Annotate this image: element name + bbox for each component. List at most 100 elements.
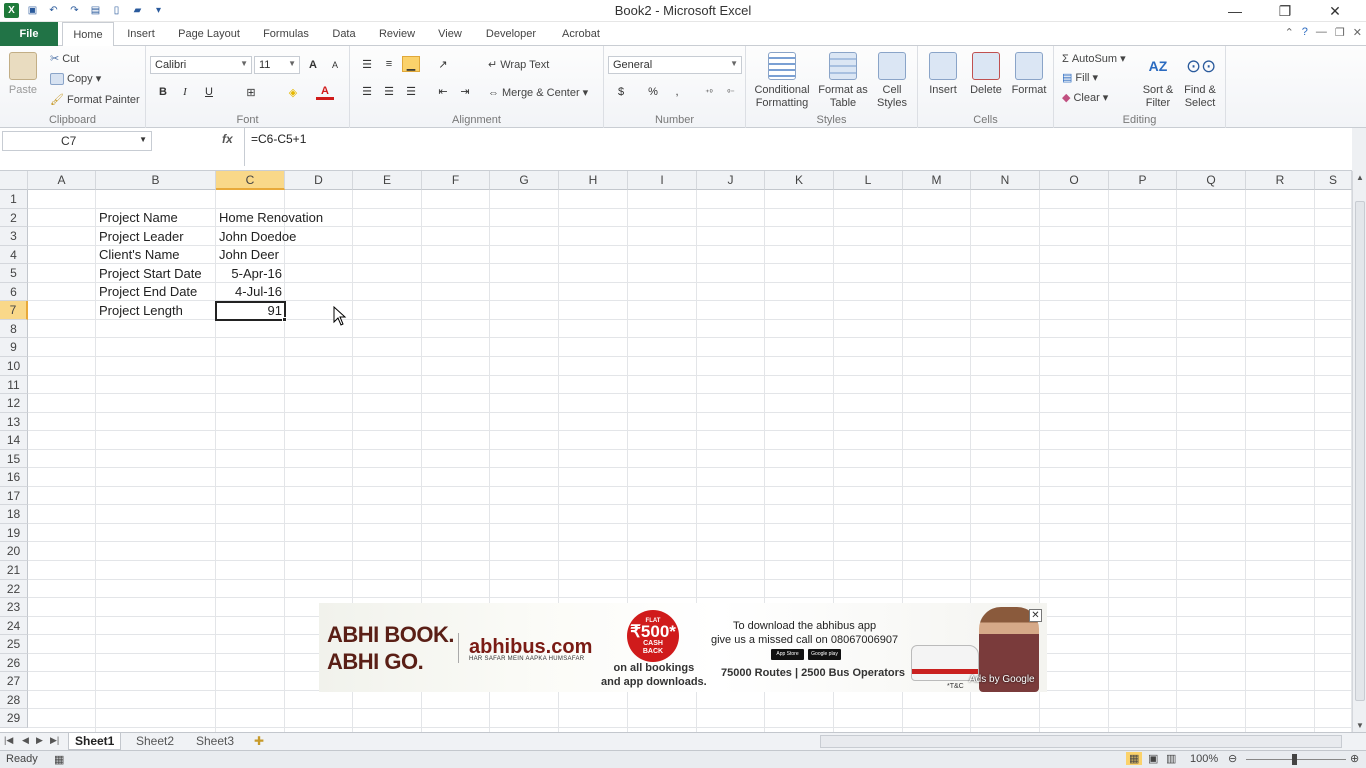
column-header-a[interactable]: A — [28, 171, 96, 190]
tab-file[interactable]: File — [0, 22, 58, 46]
tab-developer[interactable]: Developer — [478, 22, 544, 46]
row-header-12[interactable]: 12 — [0, 394, 28, 413]
vertical-scroll-thumb[interactable] — [1355, 201, 1365, 701]
google-play-icon[interactable]: Google play — [808, 649, 841, 660]
delete-button[interactable]: Delete — [966, 52, 1006, 97]
row-header-8[interactable]: 8 — [0, 320, 28, 338]
cell-c2[interactable]: Home Renovation — [219, 209, 323, 227]
underline-button[interactable]: U — [200, 84, 218, 100]
formula-input[interactable]: =C6-C5+1 — [244, 128, 1352, 166]
row-header-24[interactable]: 24 — [0, 617, 28, 635]
row-header-6[interactable]: 6 — [0, 283, 28, 301]
shrink-font-button[interactable]: A — [326, 57, 344, 73]
close-button[interactable]: ✕ — [1310, 0, 1360, 22]
row-header-1[interactable]: 1 — [0, 190, 28, 209]
borders-button[interactable]: ⊞ — [242, 84, 260, 100]
minimize-button[interactable]: — — [1210, 0, 1260, 22]
font-color-button[interactable]: A — [316, 84, 334, 100]
zoom-level[interactable]: 100% — [1190, 753, 1218, 765]
row-header-5[interactable]: 5 — [0, 264, 28, 283]
formula-bar-expand[interactable] — [1352, 128, 1366, 171]
format-as-table-button[interactable]: Format as Table — [816, 52, 870, 110]
column-header-i[interactable]: I — [628, 171, 697, 190]
row-header-21[interactable]: 21 — [0, 561, 28, 580]
select-all-corner[interactable] — [0, 171, 28, 190]
cell-c4[interactable]: John Deer — [219, 246, 279, 264]
format-button[interactable]: Format — [1008, 52, 1050, 97]
name-box-dropdown-icon[interactable]: ▼ — [139, 135, 147, 144]
cell-b7[interactable]: Project Length — [99, 302, 183, 320]
cell-c6[interactable]: 4-Jul-16 — [216, 283, 282, 301]
tab-home[interactable]: Home — [62, 22, 114, 47]
fill-button[interactable]: ▤ Fill ▾ — [1062, 71, 1098, 85]
tab-formulas[interactable]: Formulas — [256, 22, 316, 46]
window-minimize-icon[interactable]: — — [1316, 26, 1327, 39]
minimize-ribbon-icon[interactable]: ⌃ — [1285, 26, 1294, 39]
app-store-icon[interactable]: App Store — [771, 649, 804, 660]
italic-button[interactable]: I — [176, 84, 194, 100]
help-icon[interactable]: ? — [1302, 26, 1308, 39]
last-sheet-icon[interactable]: ▶| — [50, 735, 59, 746]
autosum-button[interactable]: Σ AutoSum ▾ — [1062, 52, 1126, 66]
tab-page-layout[interactable]: Page Layout — [170, 22, 248, 46]
cell-b3[interactable]: Project Leader — [99, 228, 184, 246]
align-top-icon[interactable]: ☰ — [358, 56, 376, 72]
font-name-select[interactable]: Calibri ▼ — [150, 56, 252, 74]
tab-review[interactable]: Review — [372, 22, 422, 46]
row-header-16[interactable]: 16 — [0, 468, 28, 487]
next-sheet-icon[interactable]: ▶ — [36, 735, 43, 746]
currency-button[interactable]: $ — [612, 84, 630, 100]
cut-button[interactable]: ✂ Cut — [50, 52, 79, 66]
row-header-29[interactable]: 29 — [0, 709, 28, 728]
column-header-j[interactable]: J — [697, 171, 765, 190]
insert-sheet-icon[interactable]: ✚ — [248, 733, 270, 750]
window-restore-icon[interactable]: ❐ — [1335, 26, 1345, 39]
orientation-icon[interactable]: ↗ — [434, 56, 452, 72]
row-header-28[interactable]: 28 — [0, 691, 28, 709]
row-header-10[interactable]: 10 — [0, 357, 28, 376]
row-header-7[interactable]: 7 — [0, 301, 28, 320]
grow-font-button[interactable]: A — [304, 57, 322, 73]
row-header-18[interactable]: 18 — [0, 505, 28, 524]
column-header-c[interactable]: C — [216, 171, 285, 190]
advertisement-banner[interactable]: ABHI BOOK. ABHI GO. abhibus.com HAR SAFA… — [319, 603, 1047, 692]
row-header-17[interactable]: 17 — [0, 487, 28, 505]
row-header-11[interactable]: 11 — [0, 376, 28, 394]
align-bottom-icon[interactable]: ▁ — [402, 56, 420, 72]
cell-b5[interactable]: Project Start Date — [99, 265, 202, 283]
prev-sheet-icon[interactable]: ◀ — [22, 735, 29, 746]
cell-styles-button[interactable]: Cell Styles — [872, 52, 912, 110]
insert-button[interactable]: Insert — [922, 52, 964, 97]
column-header-g[interactable]: G — [490, 171, 559, 190]
increase-decimal-icon[interactable]: ⁺⁰ — [700, 84, 718, 100]
sheet-tab-sheet1[interactable]: Sheet1 — [68, 733, 122, 750]
normal-view-icon[interactable]: ▦ — [1126, 752, 1143, 765]
increase-indent-icon[interactable]: ⇥ — [456, 83, 474, 99]
column-header-n[interactable]: N — [971, 171, 1040, 190]
cell-c3[interactable]: John Doedoe — [219, 228, 296, 246]
paste-button[interactable]: Paste — [6, 52, 40, 97]
vertical-scrollbar[interactable]: ▲ ▼ — [1352, 171, 1366, 732]
clear-button[interactable]: ◆ Clear ▾ — [1062, 91, 1108, 105]
zoom-out-icon[interactable]: ⊖ — [1228, 752, 1237, 765]
row-header-22[interactable]: 22 — [0, 580, 28, 598]
window-close-icon[interactable]: ✕ — [1353, 26, 1362, 39]
zoom-in-icon[interactable]: ⊕ — [1350, 752, 1359, 765]
column-header-p[interactable]: P — [1109, 171, 1177, 190]
column-header-s[interactable]: S — [1315, 171, 1352, 190]
align-left-icon[interactable]: ☰ — [358, 83, 376, 99]
find-select-button[interactable]: ⊙⊙ Find & Select — [1180, 52, 1220, 110]
column-header-q[interactable]: Q — [1177, 171, 1246, 190]
column-header-l[interactable]: L — [834, 171, 903, 190]
comma-button[interactable]: , — [668, 84, 686, 100]
column-header-d[interactable]: D — [285, 171, 353, 190]
zoom-slider-thumb[interactable] — [1292, 754, 1297, 765]
format-painter-button[interactable]: 🖌 Format Painter — [50, 93, 140, 107]
horizontal-scrollbar[interactable] — [820, 735, 1342, 748]
macro-record-icon[interactable]: ▦ — [54, 753, 64, 766]
column-header-k[interactable]: K — [765, 171, 834, 190]
font-size-select[interactable]: 11 ▼ — [254, 56, 300, 74]
wrap-text-button[interactable]: ↵ Wrap Text — [488, 58, 549, 72]
sort-filter-button[interactable]: AZ Sort & Filter — [1138, 52, 1178, 110]
merge-center-button[interactable]: ⇔ Merge & Center ▾ — [488, 86, 588, 100]
